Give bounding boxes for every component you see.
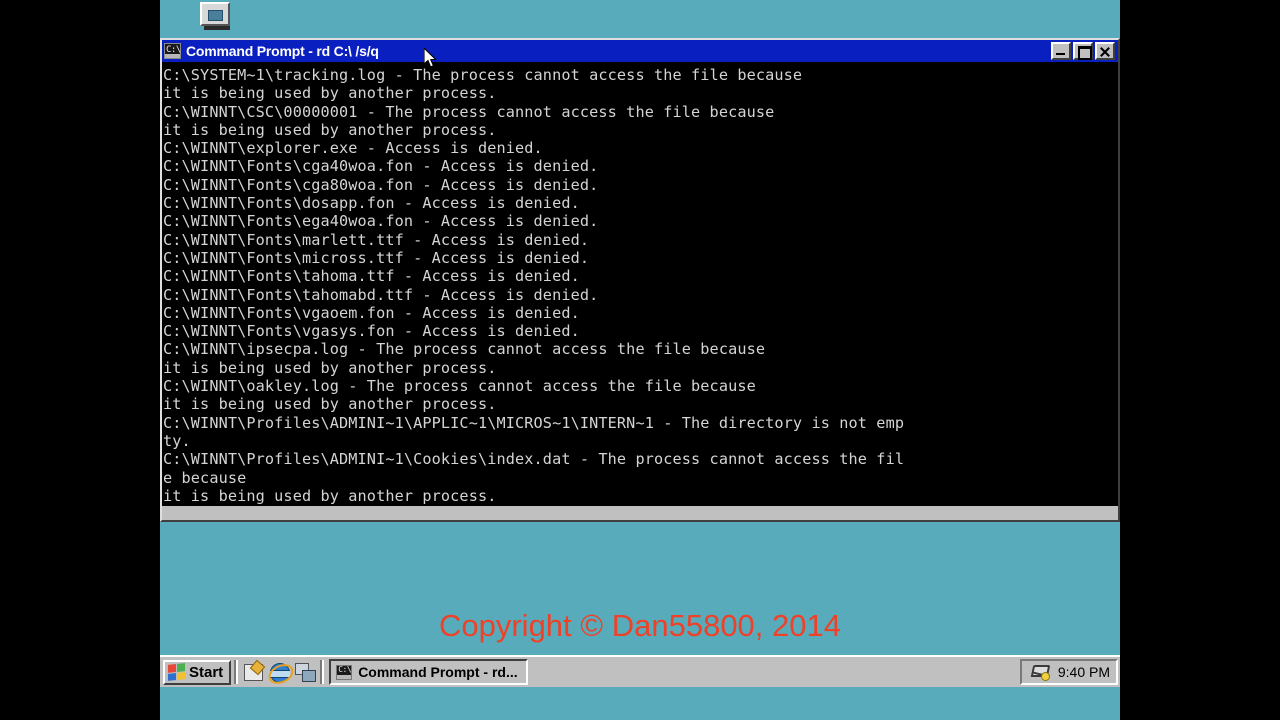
taskbar-item-command-prompt[interactable]: C:\ Command Prompt - rd... — [329, 659, 528, 685]
console-line: it is being used by another process. — [163, 84, 497, 103]
console-line: C:\WINNT\Fonts\tahomabd.ttf - Access is … — [163, 285, 599, 304]
desktop-icon-my-computer[interactable] — [200, 2, 234, 32]
show-desktop-icon[interactable] — [243, 659, 266, 682]
console-line: it is being used by another process. — [163, 395, 497, 414]
console-line: C:\WINNT\CSC\00000001 - The process cann… — [163, 102, 775, 121]
window-bottom-edge — [162, 506, 1118, 520]
ms-dos-console-icon-small: C:\ — [336, 664, 353, 680]
console-line: C:\SYSTEM~1\tracking.log - The process c… — [163, 66, 803, 84]
window-title: Command Prompt - rd C:\ /s/q — [186, 43, 379, 59]
console-line: C:\WINNT\Fonts\vgasys.fon - Access is de… — [163, 322, 580, 341]
console-line: it is being used by another process. — [163, 486, 497, 505]
close-button[interactable] — [1095, 42, 1115, 60]
console-line: C:\WINNT\Fonts\vgaoem.fon - Access is de… — [163, 303, 580, 322]
console-line: it is being used by another process. — [163, 120, 497, 139]
window-titlebar[interactable]: C:\ Command Prompt - rd C:\ /s/q — [162, 40, 1118, 62]
console-line: C:\WINNT\Fonts\micross.ttf - Access is d… — [163, 248, 590, 267]
taskbar[interactable]: Start C:\ Command Prompt - rd... 9:40 PM — [160, 655, 1120, 688]
console-line: C:\WINNT\explorer.exe - Access is denied… — [163, 139, 543, 158]
desktop[interactable]: Copyright © Dan55800, 2014 C:\ Command P… — [160, 0, 1120, 720]
taskbar-divider-2 — [320, 660, 325, 684]
taskbar-item-label: Command Prompt - rd... — [358, 664, 518, 680]
task-button-list: C:\ Command Prompt - rd... — [327, 659, 1020, 685]
start-button-label: Start — [189, 663, 224, 681]
console-line: it is being used by another process. — [163, 358, 497, 377]
maximize-button[interactable] — [1073, 42, 1093, 60]
console-output[interactable]: C:\SYSTEM~1\tracking.log - The process c… — [162, 62, 1118, 506]
my-computer-icon — [200, 2, 230, 26]
console-line: e because — [163, 468, 247, 487]
dial-up-connection-icon[interactable] — [1030, 663, 1051, 681]
network-connections-icon[interactable] — [295, 662, 317, 682]
console-line: C:\WINNT\ipsecpa.log - The process canno… — [163, 340, 766, 359]
quick-launch-bar[interactable] — [241, 659, 317, 688]
window-controls — [1051, 42, 1116, 60]
ms-dos-console-icon: C:\ — [164, 43, 181, 59]
video-frame: Copyright © Dan55800, 2014 C:\ Command P… — [0, 0, 1280, 720]
system-tray[interactable]: 9:40 PM — [1019, 659, 1118, 685]
console-line: C:\WINNT\Fonts\dosapp.fon - Access is de… — [163, 194, 580, 213]
copyright-watermark: Copyright © Dan55800, 2014 — [438, 608, 841, 643]
console-line: C:\WINNT\Fonts\ega40woa.fon - Access is … — [163, 212, 599, 231]
console-line: C:\WINNT\Fonts\tahoma.ttf - Access is de… — [163, 267, 580, 286]
console-line: C:\WINNT\Fonts\marlett.ttf - Access is d… — [163, 230, 590, 249]
internet-explorer-icon[interactable] — [265, 660, 297, 688]
minimize-button[interactable] — [1051, 42, 1071, 60]
command-prompt-window[interactable]: C:\ Command Prompt - rd C:\ /s/q C:\SYST… — [160, 38, 1120, 522]
start-button[interactable]: Start — [163, 659, 232, 685]
console-line: C:\WINNT\Profiles\ADMINI~1\APPLIC~1\MICR… — [163, 413, 905, 432]
console-line: C:\WINNT\Fonts\cga40woa.fon - Access is … — [163, 157, 599, 176]
windows-flag-icon — [168, 663, 185, 681]
taskbar-divider — [234, 660, 239, 684]
console-line: C:\WINNT\oakley.log - The process cannot… — [163, 377, 756, 396]
console-line: C:\WINNT\Profiles\ADMINI~1\Cookies\index… — [163, 450, 905, 469]
my-computer-icon-base — [204, 26, 230, 30]
taskbar-clock[interactable]: 9:40 PM — [1058, 664, 1110, 680]
console-line: ty. — [163, 431, 191, 450]
console-line: C:\WINNT\Fonts\cga80woa.fon - Access is … — [163, 175, 599, 194]
